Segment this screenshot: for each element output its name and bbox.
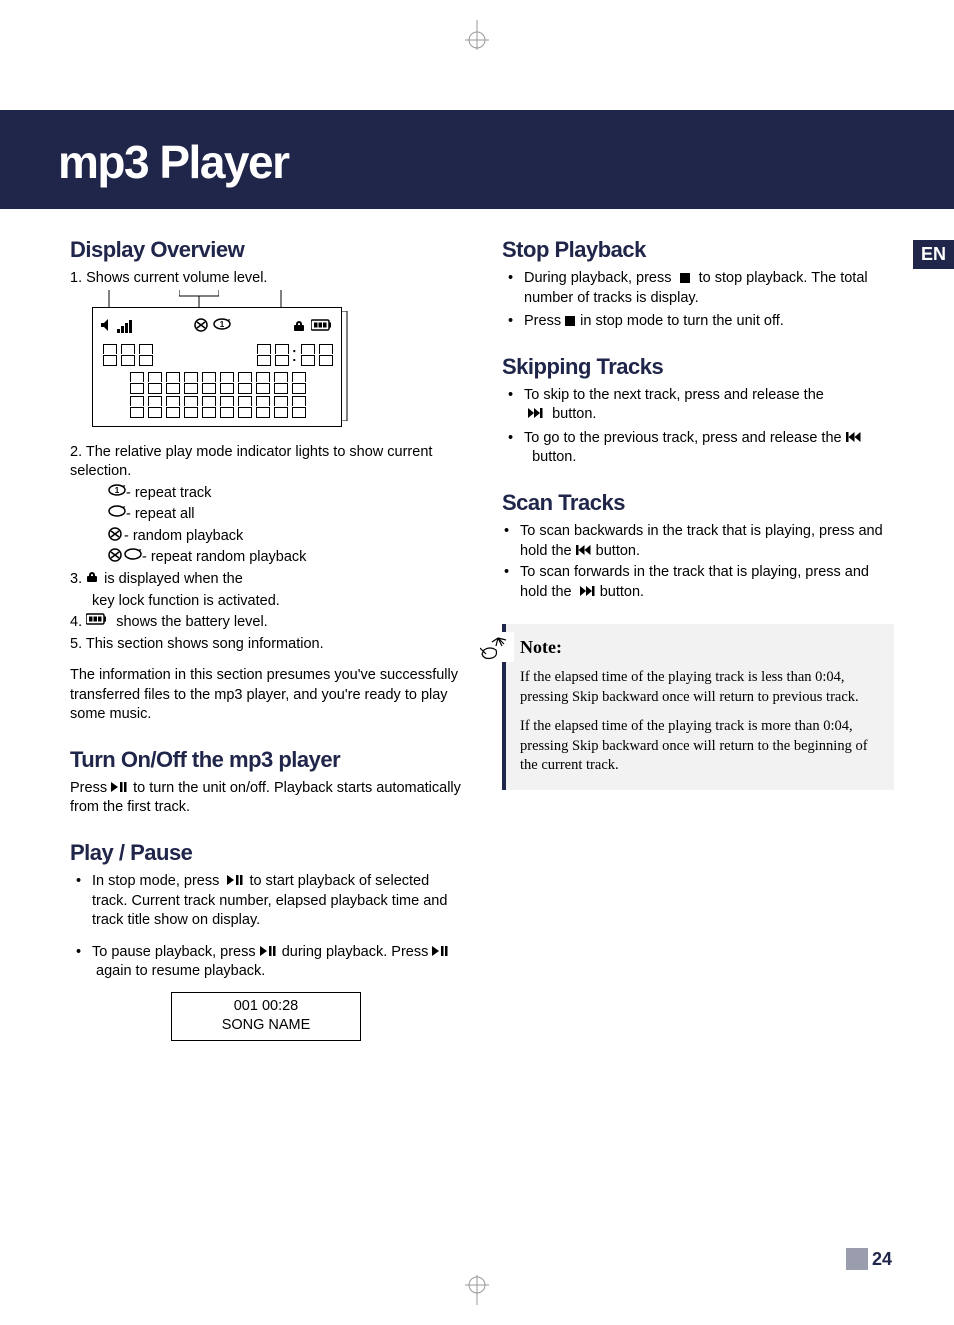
battery-icon [86,613,108,627]
mode-repeat-all: - repeat all [108,505,462,525]
section-skipping-tracks: Skipping Tracks To skip to the next trac… [502,354,894,468]
repeat-icon [108,505,126,519]
play-pause-icon [260,946,278,958]
play-pause-icon [227,875,245,887]
scan-item-1: To scan backwards in the track that is p… [502,522,894,561]
section-turn-onoff: Turn On/Off the mp3 player Press to turn… [70,747,462,818]
repeat-one-icon [108,484,126,498]
heading-display-overview: Display Overview [70,237,462,263]
lcd-example: 001 00:28 SONG NAME [171,992,361,1041]
next-icon [580,586,596,598]
stop-icon [680,273,691,284]
heading-stop-playback: Stop Playback [502,237,894,263]
prev-icon [846,432,862,444]
title-bar: mp3 Player [0,110,954,209]
play-pause-icon [111,782,129,794]
mode-repeat-track: - repeat track [108,484,462,504]
note-block: Note: If the elapsed time of the playing… [502,624,894,790]
language-tab: EN [913,240,954,269]
item-5: 5. This section shows song information. [70,635,462,655]
play-pause-item-1: In stop mode, press to start playback of… [70,872,462,931]
section-stop-playback: Stop Playback During playback, press to … [502,237,894,332]
note-title: Note: [520,637,562,658]
stop-item-1: During playback, press to stop playback.… [502,269,894,308]
page-title: mp3 Player [58,135,934,189]
item-3: 3. is displayed when the [70,570,462,590]
lock-icon [86,570,100,584]
mode-random: - random playback [108,527,462,547]
item-1: 1. Shows current volume level. [70,269,462,289]
play-pause-icon [432,946,450,958]
heading-scan-tracks: Scan Tracks [502,490,894,516]
speaker-icon [101,319,115,333]
note-icon [480,632,514,662]
scan-item-2: To scan forwards in the track that is pl… [502,563,894,602]
skip-item-2: To go to the previous track, press and r… [502,429,894,468]
turn-onoff-text: Press to turn the unit on/off. Playback … [70,779,462,818]
shuffle-icon [108,548,124,564]
mode-repeat-random: - repeat random playback [108,548,462,568]
lock-icon [293,319,307,333]
note-paragraph-1: If the elapsed time of the playing track… [520,668,880,707]
heading-turn-onoff: Turn On/Off the mp3 player [70,747,462,773]
shuffle-icon [108,527,124,543]
note-paragraph-2: If the elapsed time of the playing track… [520,717,880,776]
stop-icon [565,316,576,327]
item-3-line2: key lock function is activated. [92,592,462,612]
display-overview-outro: The information in this section presumes… [70,666,462,725]
section-play-pause: Play / Pause In stop mode, press to star… [70,840,462,1041]
page-number: 24 [846,1248,892,1270]
lcd-line-1: 001 00:28 [178,997,354,1017]
battery-icon [311,319,333,333]
lcd-line-2: SONG NAME [178,1016,354,1036]
heading-play-pause: Play / Pause [70,840,462,866]
skip-item-1: To skip to the next track, press and rel… [502,386,894,425]
repeat-icon [124,548,142,562]
item-4: 4. shows the battery level. [70,613,462,633]
item-2-intro: 2. The relative play mode indicator ligh… [70,443,462,482]
repeat-one-icon [213,318,231,332]
play-pause-item-2: To pause playback, press during playback… [70,943,462,982]
section-scan-tracks: Scan Tracks To scan backwards in the tra… [502,490,894,602]
lcd-display-diagram: : [92,307,342,427]
shuffle-icon [194,318,210,334]
heading-skipping-tracks: Skipping Tracks [502,354,894,380]
prev-icon [576,545,592,557]
stop-item-2: Press in stop mode to turn the unit off. [502,312,894,332]
next-icon [528,408,544,420]
section-display-overview: Display Overview 1. Shows current volume… [70,237,462,725]
